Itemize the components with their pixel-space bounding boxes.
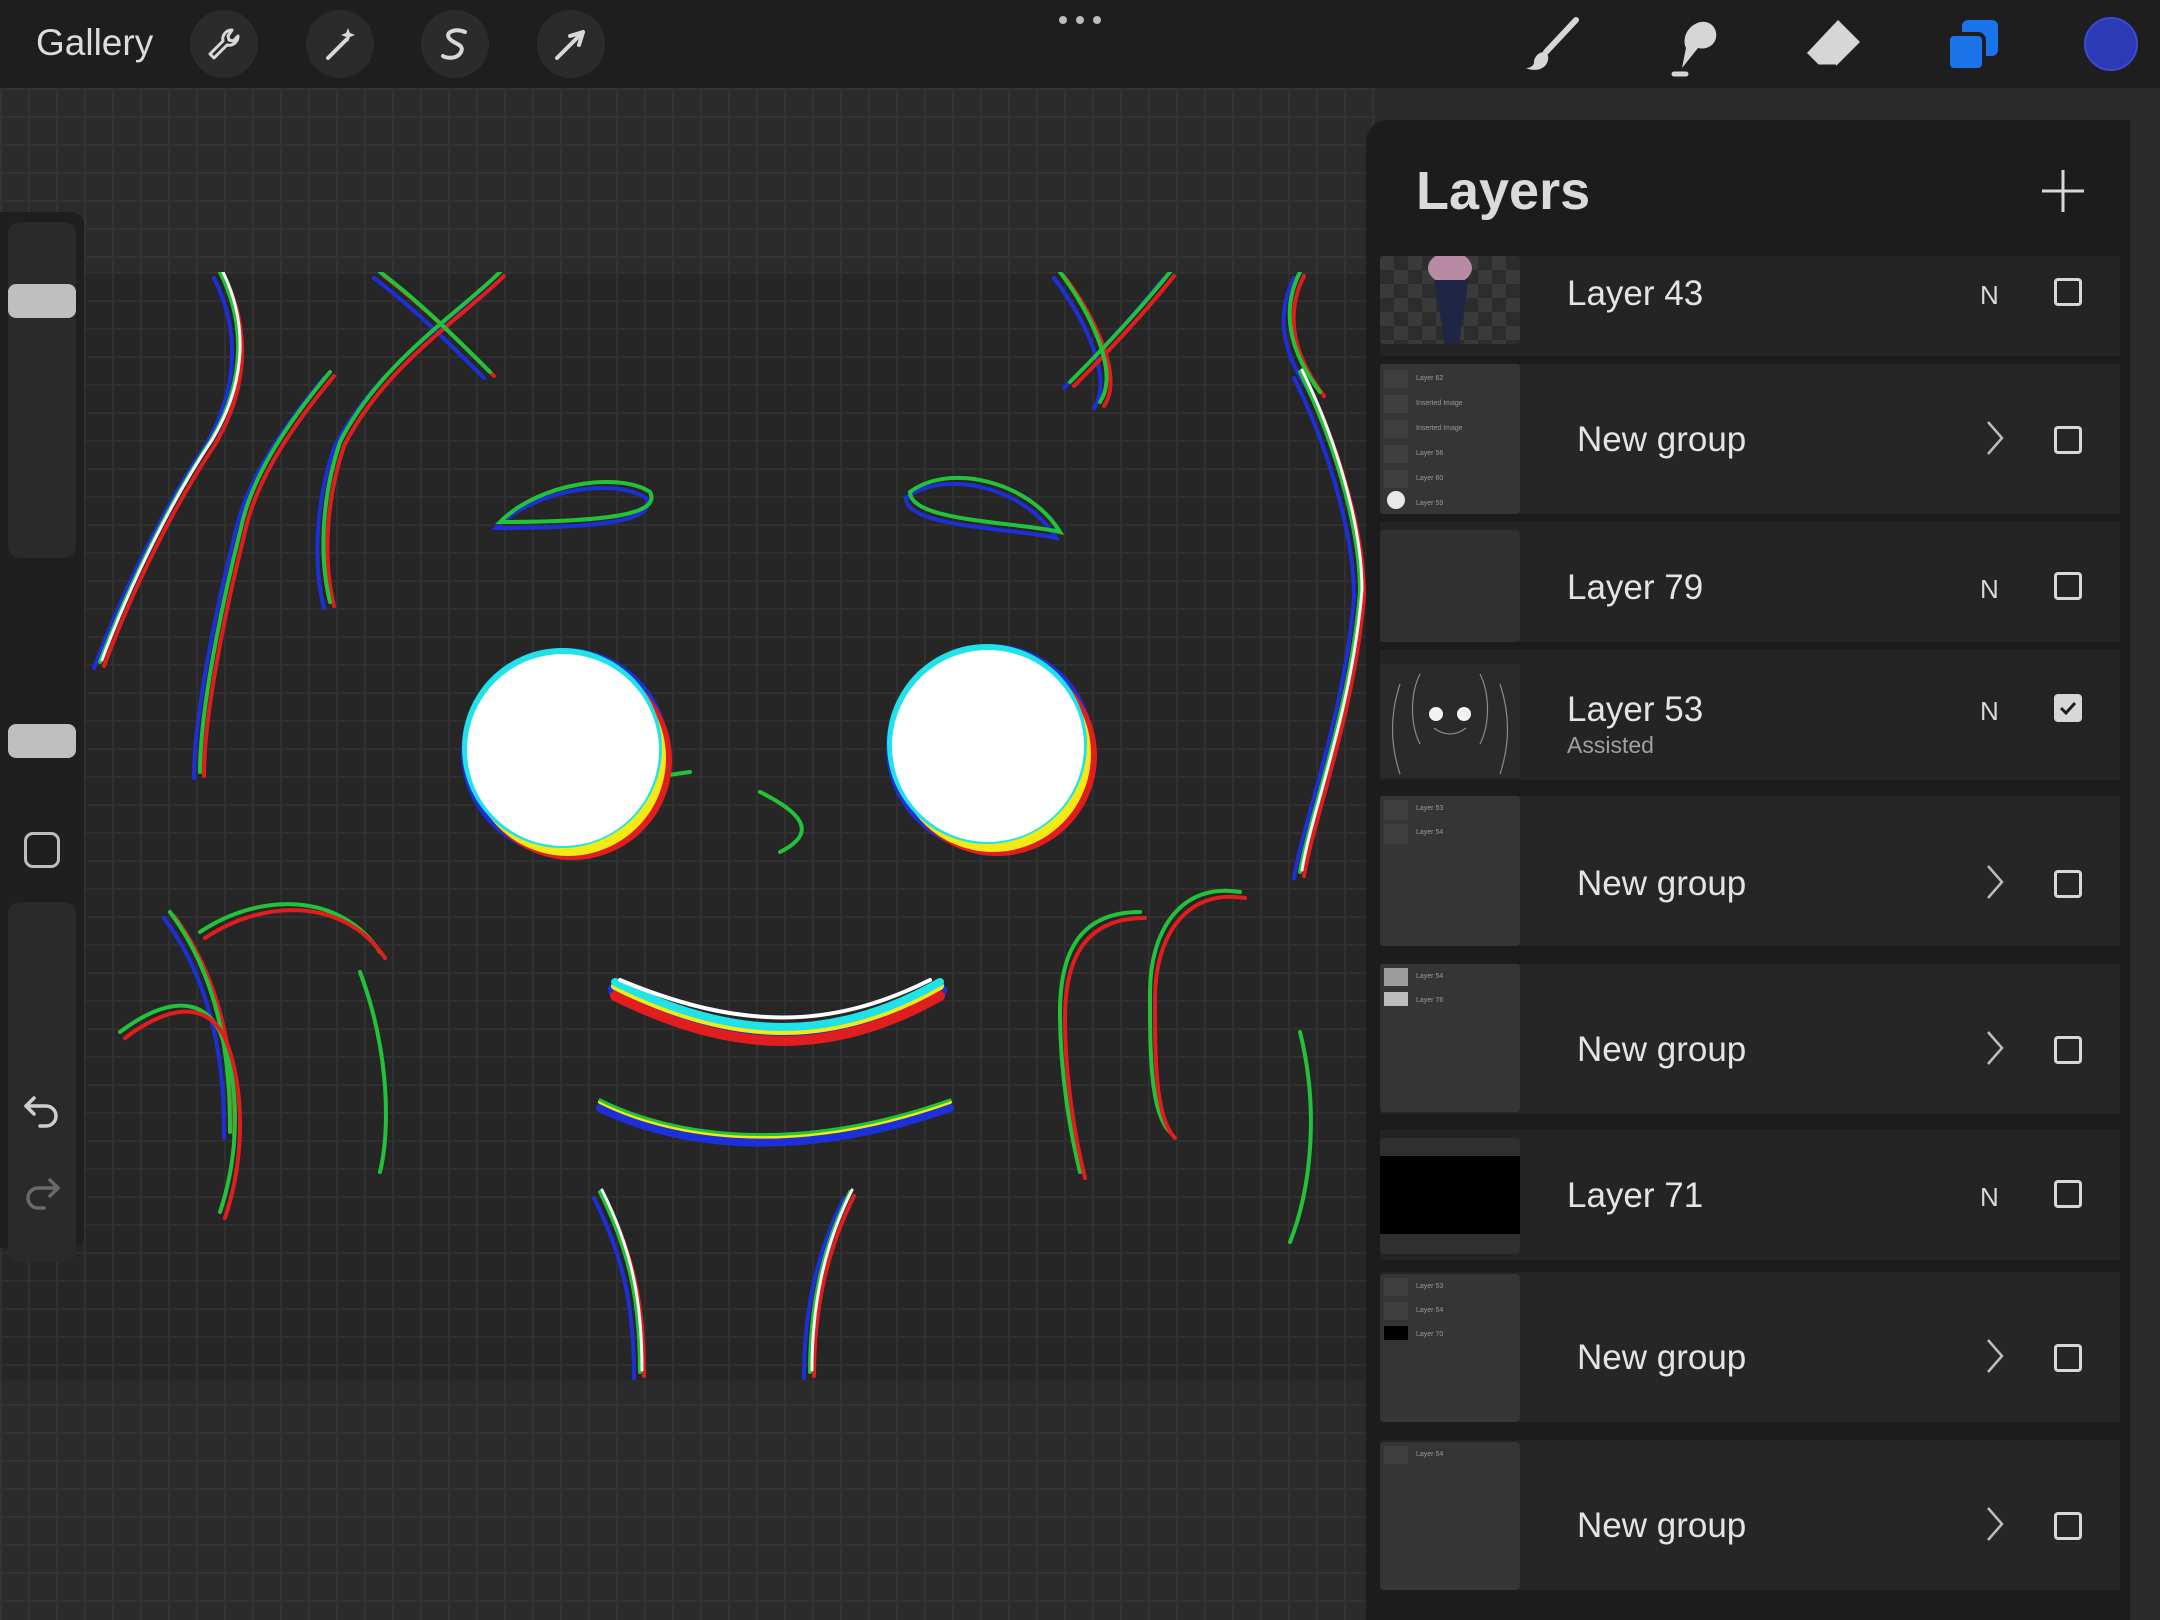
visibility-checkbox[interactable] (2054, 1344, 2082, 1372)
chevron-right-icon[interactable] (1984, 1028, 2008, 1068)
layers-panel: Layers Layer 43 N Layer 62 Inserted Imag… (1366, 120, 2130, 1620)
transform-arrow-icon[interactable] (537, 10, 605, 78)
layer-thumbnail (1380, 664, 1520, 778)
magic-wand-icon[interactable] (306, 10, 374, 78)
visibility-checkbox[interactable] (2054, 1512, 2082, 1540)
layer-subtitle: Assisted (1567, 732, 1654, 758)
thumb-line: Layer 53 (1416, 1283, 1443, 1290)
wrench-icon[interactable] (190, 10, 258, 78)
visibility-checkbox[interactable] (2054, 1180, 2082, 1208)
visibility-checkbox[interactable] (2054, 426, 2082, 454)
thumb-line: Layer 54 (1416, 829, 1443, 836)
layer-thumbnail (1380, 1138, 1520, 1254)
blend-mode-button[interactable]: N (1980, 280, 1999, 311)
artwork-illustration (92, 268, 1367, 1380)
layer-row-layer-43[interactable]: Layer 43 N (1380, 256, 2120, 356)
blend-mode-button[interactable]: N (1980, 1182, 1999, 1213)
thumb-line: Inserted Image (1416, 400, 1463, 407)
layers-icon[interactable] (1940, 12, 2006, 78)
left-sidebar (0, 212, 84, 1262)
layer-row-layer-79[interactable]: Layer 79 N (1380, 522, 2120, 642)
layer-name: Layer 71 (1567, 1176, 1704, 1215)
thumb-line: Inserted Image (1416, 425, 1463, 432)
thumb-line: Layer 54 (1416, 973, 1443, 980)
layer-name: Layer 43 (1567, 274, 1704, 313)
thumb-line: Layer 76 (1416, 997, 1443, 1004)
brush-size-slider[interactable] (8, 222, 76, 558)
chevron-right-icon[interactable] (1984, 862, 2008, 902)
group-thumbnail: Layer 54 (1380, 1442, 1520, 1590)
layers-panel-title: Layers (1416, 161, 1591, 221)
layer-name: Layer 53 (1567, 690, 1704, 729)
opacity-thumb[interactable] (8, 724, 76, 758)
modify-button[interactable] (24, 832, 60, 868)
thumb-line: Layer 54 (1416, 1451, 1443, 1458)
visibility-checkbox[interactable] (2054, 870, 2082, 898)
chevron-right-icon[interactable] (1984, 418, 2008, 458)
group-name: New group (1577, 420, 1747, 459)
group-thumbnail: Layer 53 Layer 54 (1380, 796, 1520, 946)
gallery-button[interactable]: Gallery (36, 22, 153, 64)
group-name: New group (1577, 1338, 1747, 1377)
selection-s-icon[interactable] (421, 10, 489, 78)
undo-icon[interactable] (22, 1092, 62, 1128)
redo-icon[interactable] (22, 1174, 62, 1210)
brush-icon[interactable] (1520, 12, 1586, 78)
visibility-checkbox[interactable] (2054, 1036, 2082, 1064)
chevron-right-icon[interactable] (1984, 1336, 2008, 1376)
layer-row-new-group[interactable]: Layer 62 Inserted Image Inserted Image L… (1380, 364, 2120, 514)
smudge-icon[interactable] (1660, 12, 1726, 78)
brush-size-thumb[interactable] (8, 284, 76, 318)
thumb-line: Layer 62 (1416, 375, 1443, 382)
add-layer-plus-icon[interactable] (2040, 168, 2086, 214)
layer-row-new-group[interactable]: Layer 53 Layer 54 New group (1380, 796, 2120, 946)
layer-row-new-group[interactable]: Layer 54 Layer 76 New group (1380, 964, 2120, 1114)
layer-thumbnail (1380, 530, 1520, 642)
layer-row-layer-71[interactable]: Layer 71 N (1380, 1130, 2120, 1260)
layer-row-new-group[interactable]: Layer 53 Layer 54 Layer 70 New group (1380, 1272, 2120, 1422)
group-name: New group (1577, 1506, 1747, 1545)
more-options-icon[interactable] (1055, 10, 1105, 30)
group-thumbnail: Layer 62 Inserted Image Inserted Image L… (1380, 364, 1520, 514)
blend-mode-button[interactable]: N (1980, 574, 1999, 605)
layer-name: Layer 79 (1567, 568, 1704, 607)
drawing-canvas[interactable] (0, 268, 1376, 1380)
blend-mode-button[interactable]: N (1980, 696, 1999, 727)
group-thumbnail: Layer 54 Layer 76 (1380, 964, 1520, 1112)
chevron-right-icon[interactable] (1984, 1504, 2008, 1544)
visibility-checkbox[interactable] (2054, 572, 2082, 600)
thumb-line: Layer 54 (1416, 1307, 1443, 1314)
visibility-checkbox[interactable] (2054, 278, 2082, 306)
thumb-line: Layer 56 (1416, 450, 1443, 457)
group-name: New group (1577, 864, 1747, 903)
group-name: New group (1577, 1030, 1747, 1069)
layer-row-layer-53[interactable]: Layer 53 Assisted N (1380, 650, 2120, 780)
thumb-line: Layer 60 (1416, 475, 1443, 482)
eraser-icon[interactable] (1800, 12, 1866, 78)
thumb-line: Layer 59 (1416, 500, 1443, 507)
thumb-line: Layer 70 (1416, 1331, 1443, 1338)
group-thumbnail: Layer 53 Layer 54 Layer 70 (1380, 1274, 1520, 1422)
visibility-checkbox[interactable] (2054, 694, 2082, 722)
layer-row-new-group[interactable]: Layer 54 New group (1380, 1440, 2120, 1590)
top-toolbar: Gallery (0, 0, 2160, 88)
color-picker-swatch[interactable] (2084, 17, 2138, 71)
layer-thumbnail (1380, 256, 1520, 344)
thumb-line: Layer 53 (1416, 805, 1443, 812)
